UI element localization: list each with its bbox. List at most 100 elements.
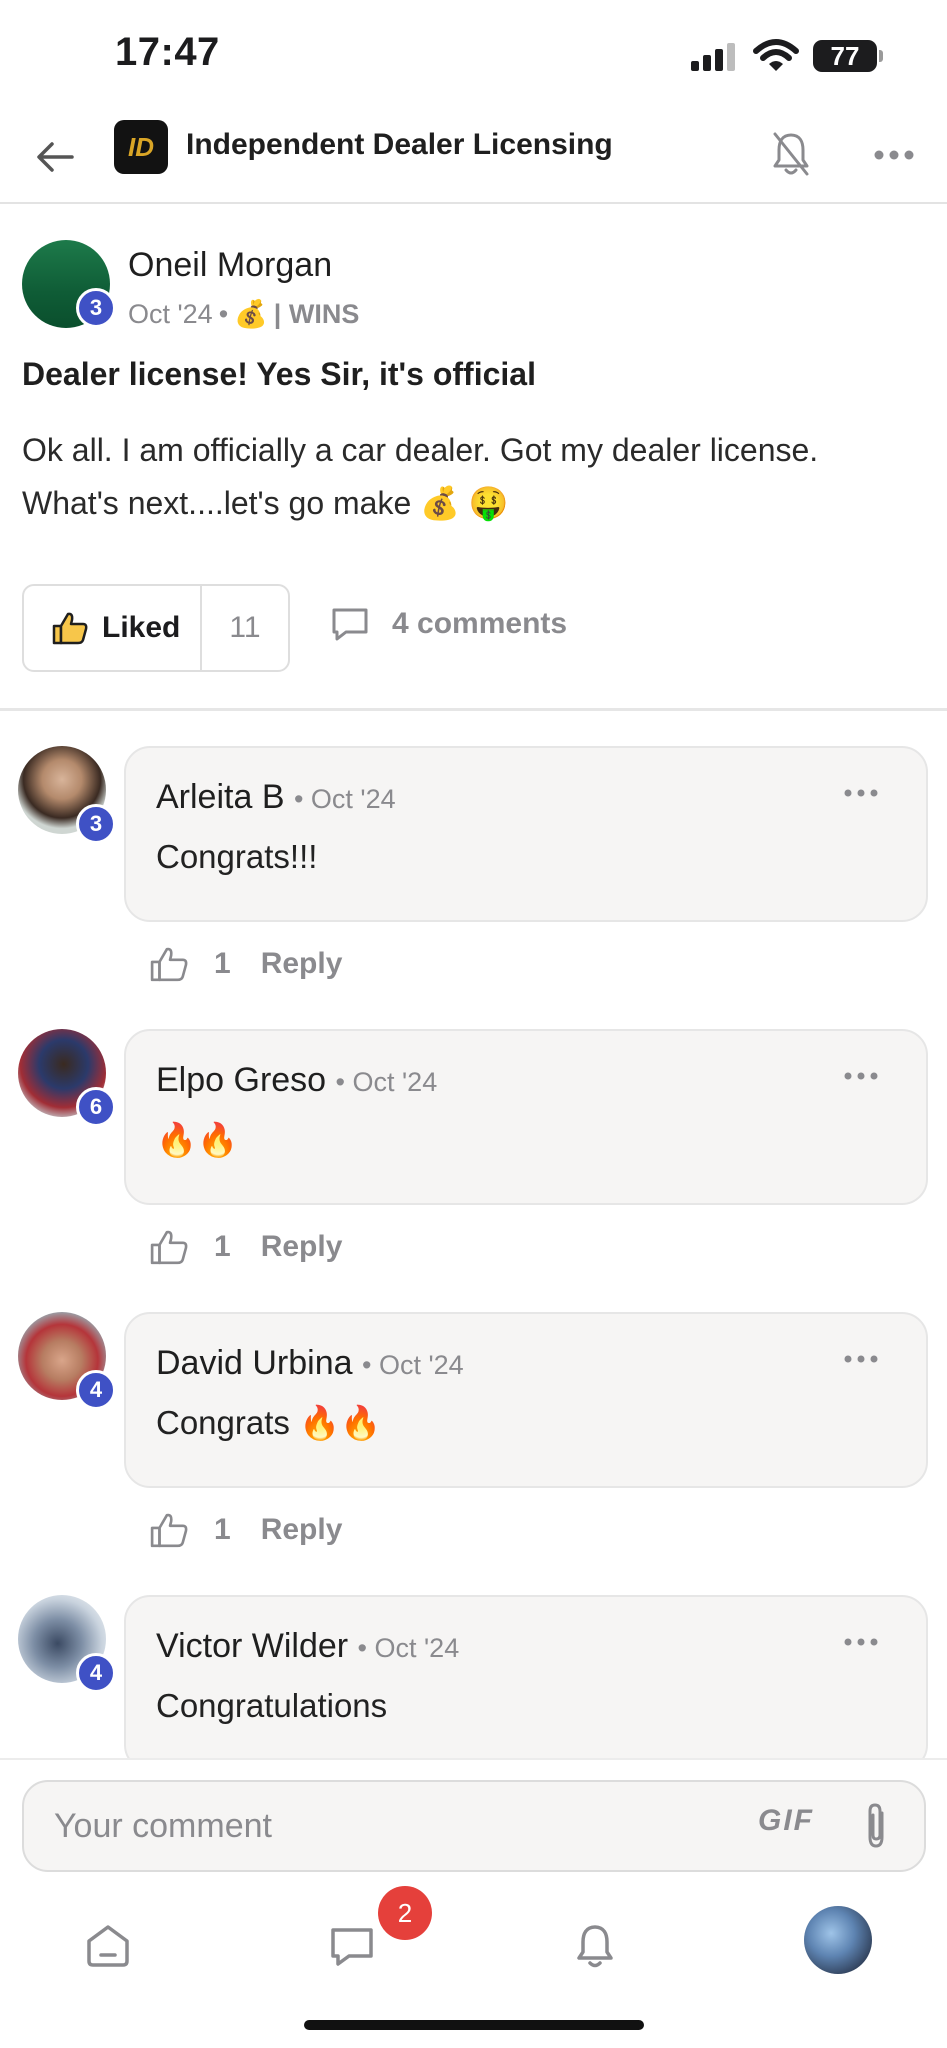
comment-date: Oct '24 (310, 784, 396, 814)
comment-bubble: David Urbina • Oct '24 Congrats 🔥🔥 (124, 1312, 928, 1488)
paperclip-icon (868, 1803, 884, 1848)
commenter-avatar[interactable]: 4 (18, 1595, 116, 1693)
comment-more-button[interactable] (836, 1627, 886, 1657)
comment-date-separator: • (357, 1633, 375, 1663)
comment-bubble: Elpo Greso • Oct '24 🔥🔥 (124, 1029, 928, 1205)
comment-like-count[interactable]: 1 (214, 1230, 231, 1264)
nav-profile-avatar[interactable] (804, 1906, 872, 1974)
post-body: Ok all. I am officially a car dealer. Go… (22, 432, 819, 521)
comments-link[interactable]: 4 comments (330, 606, 567, 642)
money-bag-emoji: 💰 (234, 299, 268, 329)
mute-notifications-button[interactable] (765, 126, 817, 182)
nav-notifications[interactable] (565, 1916, 625, 1976)
like-button[interactable]: Liked (24, 586, 202, 670)
group-logo[interactable]: ID (114, 120, 168, 174)
like-count[interactable]: 11 (202, 611, 288, 645)
more-horizontal-icon (844, 789, 878, 797)
comment-bubble: Arleita B • Oct '24 Congrats!!! (124, 746, 928, 922)
bell-off-icon (773, 132, 809, 176)
post-date: Oct '24 (128, 298, 213, 329)
comment-author[interactable]: Arleita B (156, 778, 285, 816)
nav-home[interactable] (78, 1916, 138, 1976)
comment-author[interactable]: Victor Wilder (156, 1627, 348, 1665)
level-badge: 3 (76, 804, 116, 844)
comment-text: 🔥🔥 (156, 1121, 239, 1158)
like-button-label: Liked (102, 611, 181, 644)
commenter-avatar[interactable]: 4 (18, 1312, 116, 1410)
battery-indicator: 77 (813, 40, 883, 72)
level-badge: 4 (76, 1653, 116, 1693)
post-author-name[interactable]: Oneil Morgan (128, 246, 332, 285)
status-icons: 77 (689, 36, 883, 76)
reply-button[interactable]: Reply (261, 947, 343, 981)
back-button[interactable] (30, 132, 80, 182)
comment-author-line: Victor Wilder • Oct '24 (156, 1627, 459, 1666)
more-horizontal-icon (844, 1072, 878, 1080)
arrow-left-icon (37, 142, 74, 172)
attach-button[interactable] (856, 1796, 896, 1856)
comment-date: Oct '24 (374, 1633, 460, 1663)
more-horizontal-icon (844, 1355, 878, 1363)
wifi-icon (753, 39, 799, 71)
app-header: ID Independent Dealer Licensing (0, 110, 947, 204)
gif-button[interactable]: GIF (758, 1804, 814, 1838)
comment-author-line: David Urbina • Oct '24 (156, 1344, 464, 1383)
thumbs-up-outline-icon[interactable] (150, 1512, 188, 1548)
comment-more-button[interactable] (836, 1061, 886, 1091)
comment-actions: 1 Reply (150, 946, 342, 982)
comment-text: Congratulations (156, 1687, 388, 1724)
status-bar: 17:47 77 (0, 0, 947, 110)
comment-date-separator: • (335, 1067, 353, 1097)
more-options-button[interactable] (867, 130, 921, 180)
commenter-avatar[interactable]: 6 (18, 1029, 116, 1127)
post-category[interactable]: | WINS (274, 299, 360, 330)
comment-date-separator: • (361, 1350, 379, 1380)
thumbs-up-outline-icon[interactable] (150, 946, 188, 982)
post-title: Dealer license! Yes Sir, it's official (22, 356, 536, 392)
comment-composer: GIF (0, 1758, 947, 1886)
more-horizontal-icon (844, 1638, 878, 1646)
comment-author[interactable]: David Urbina (156, 1344, 353, 1382)
commenter-avatar[interactable]: 3 (18, 746, 116, 844)
battery-level: 77 (830, 40, 860, 71)
comment-like-count[interactable]: 1 (214, 1513, 231, 1547)
comment-more-button[interactable] (836, 1344, 886, 1374)
post-author-avatar[interactable]: 3 (22, 240, 116, 328)
comment-date-separator: • (293, 784, 311, 814)
thumbs-up-icon (52, 612, 88, 645)
level-badge: 4 (76, 1370, 116, 1410)
reply-button[interactable]: Reply (261, 1230, 343, 1264)
like-control: Liked 11 (22, 584, 290, 672)
reply-button[interactable]: Reply (261, 1513, 343, 1547)
comment-actions: 1 Reply (150, 1229, 342, 1265)
chat-notification-badge: 2 (378, 1886, 432, 1940)
comment-more-button[interactable] (836, 778, 886, 808)
comment-like-count[interactable]: 1 (214, 947, 231, 981)
comments-count-label: 4 comments (392, 607, 568, 640)
status-time: 17:47 (115, 30, 220, 74)
meta-separator-dot: • (218, 298, 229, 329)
thumbs-up-outline-icon[interactable] (150, 1229, 188, 1265)
comment-author-line: Arleita B • Oct '24 (156, 778, 396, 817)
cellular-signal-icon (691, 43, 735, 71)
home-indicator (304, 2020, 644, 2030)
comment-date: Oct '24 (378, 1350, 464, 1380)
bell-icon (577, 1925, 613, 1968)
comment-actions: 1 Reply (150, 1512, 342, 1548)
comment-bubble-icon (332, 608, 368, 641)
post-meta: Oct '24 • 💰 | WINS (128, 298, 359, 330)
group-logo-text: ID (128, 131, 154, 162)
divider (0, 708, 947, 711)
comment-text: Congrats!!! (156, 838, 318, 875)
comment-date: Oct '24 (352, 1067, 438, 1097)
chat-icon (331, 1928, 373, 1966)
nav-chat[interactable] (322, 1916, 382, 1976)
comment-bubble: Victor Wilder • Oct '24 Congratulations (124, 1595, 928, 1771)
comment-text: Congrats 🔥🔥 (156, 1404, 382, 1441)
level-badge: 6 (76, 1087, 116, 1127)
comment-author[interactable]: Elpo Greso (156, 1061, 326, 1099)
more-horizontal-icon (874, 150, 914, 160)
group-name[interactable]: Independent Dealer Licensing (186, 128, 613, 162)
comment-author-line: Elpo Greso • Oct '24 (156, 1061, 437, 1100)
bottom-navigation: 2 (0, 1886, 947, 2048)
